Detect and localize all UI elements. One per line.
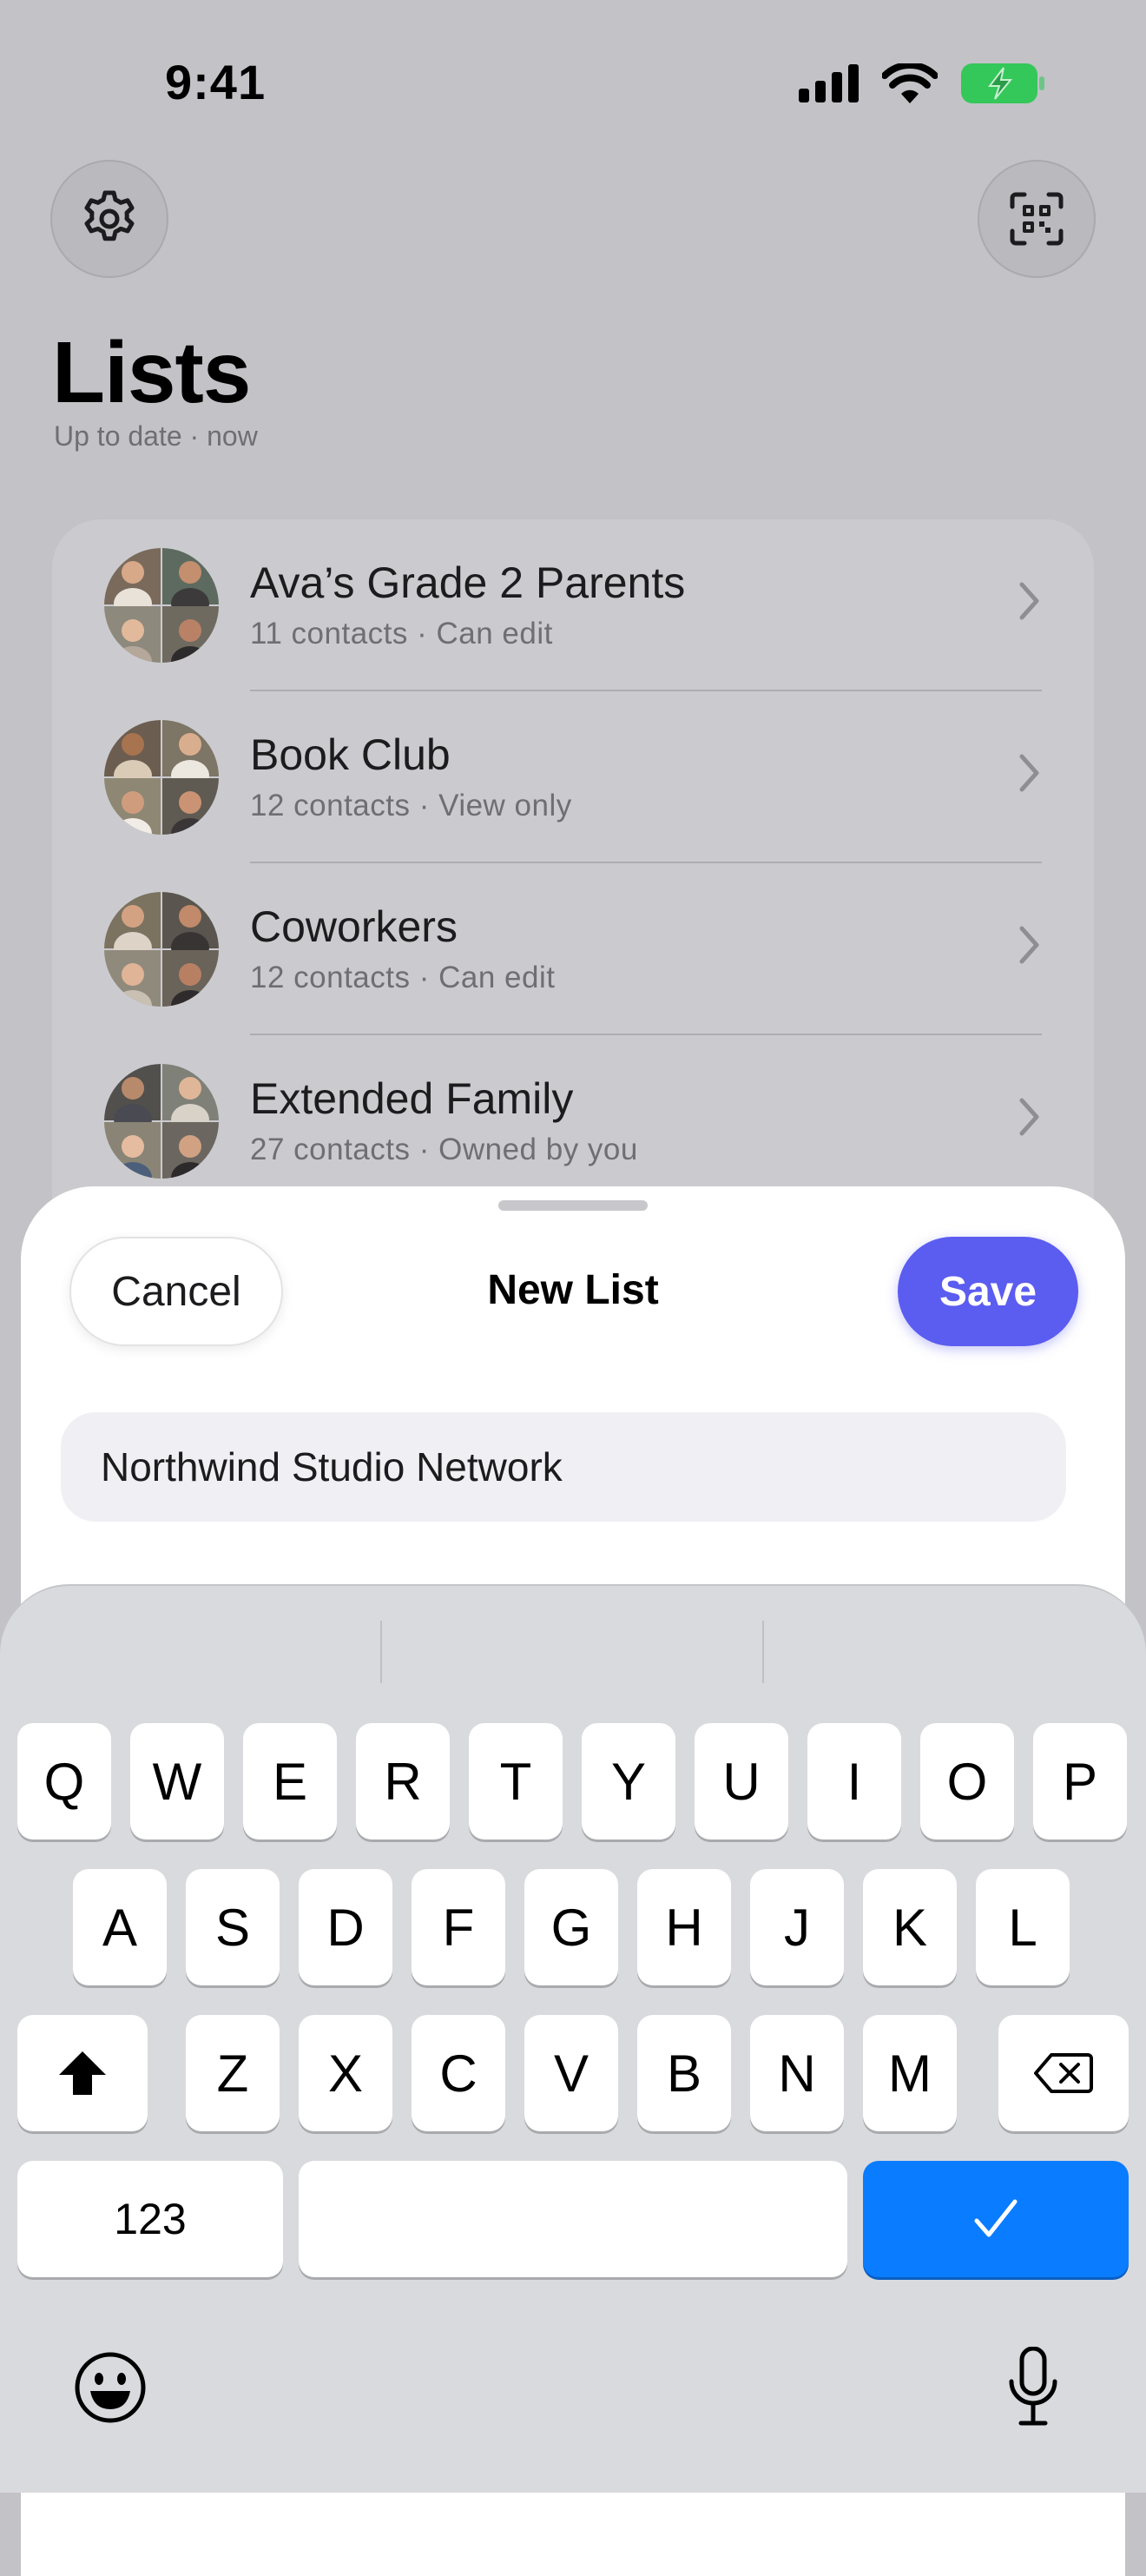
key-n[interactable]: N [750,2015,844,2131]
key-q[interactable]: Q [17,1723,111,1840]
sync-status: Up to date · now [54,420,258,452]
group-avatar [104,720,219,835]
chevron-right-icon [1019,754,1039,792]
key-l[interactable]: L [976,1869,1070,1985]
key-s[interactable]: S [186,1869,280,1985]
group-avatar [104,548,219,663]
status-time: 9:41 [165,55,267,109]
group-avatar [104,892,219,1007]
emoji-button[interactable] [73,2350,148,2425]
battery-charging-icon [961,63,1044,103]
list-name: Book Club [250,730,451,779]
key-w[interactable]: W [130,1723,224,1840]
shift-key[interactable] [17,2015,148,2131]
cellular-signal-icon [799,64,859,102]
key-c[interactable]: C [412,2015,505,2131]
gear-icon [84,190,135,241]
list-item[interactable]: Ava’s Grade 2 Parents 11 contacts · Can … [52,519,1094,691]
prediction-divider [380,1621,382,1683]
chevron-right-icon [1019,582,1039,620]
qr-scan-icon [1010,192,1064,246]
key-g[interactable]: G [524,1869,618,1985]
emoji-icon [75,2352,146,2423]
delete-key[interactable] [998,2015,1129,2131]
checkmark-icon [974,2199,1018,2237]
space-key[interactable] [299,2161,847,2277]
key-i[interactable]: I [807,1723,901,1840]
lists-card: Ava’s Grade 2 Parents 11 contacts · Can … [52,519,1094,1301]
key-d[interactable]: D [299,1869,392,1985]
key-k[interactable]: K [863,1869,957,1985]
key-p[interactable]: P [1033,1723,1127,1840]
dictation-button[interactable] [1007,2346,1059,2428]
keyboard: Q W E R T Y U I O P A S D F G H J K L Z … [0,1584,1146,2493]
list-item[interactable]: Coworkers 12 contacts · Can edit [52,863,1094,1035]
list-item[interactable]: Extended Family 27 contacts · Owned by y… [52,1035,1094,1207]
list-detail: 12 contacts · Can edit [250,961,556,994]
numbers-key[interactable]: 123 [17,2161,283,2277]
key-z[interactable]: Z [186,2015,280,2131]
key-h[interactable]: H [637,1869,731,1985]
microphone-icon [1009,2346,1057,2426]
list-name: Coworkers [250,902,458,951]
key-m[interactable]: M [863,2015,957,2131]
sheet-grabber[interactable] [498,1200,648,1211]
group-avatar [104,1064,219,1179]
list-name: Ava’s Grade 2 Parents [250,558,686,607]
key-j[interactable]: J [750,1869,844,1985]
delete-backward-icon [1034,2053,1093,2093]
list-detail: 12 contacts · View only [250,789,572,822]
chevron-right-icon [1019,1098,1039,1136]
done-key[interactable] [863,2161,1129,2277]
key-u[interactable]: U [695,1723,788,1840]
key-f[interactable]: F [412,1869,505,1985]
key-v[interactable]: V [524,2015,618,2131]
page-title: Lists [52,324,251,421]
list-detail: 27 contacts · Owned by you [250,1133,638,1166]
prediction-divider [762,1621,764,1683]
wifi-icon [882,63,938,103]
chevron-right-icon [1019,926,1039,964]
list-name: Extended Family [250,1074,574,1123]
settings-button[interactable] [50,160,168,278]
key-r[interactable]: R [356,1723,450,1840]
status-icons [799,63,1045,104]
shift-icon [59,2051,106,2095]
list-name-input[interactable] [61,1412,1066,1522]
key-e[interactable]: E [243,1723,337,1840]
list-detail: 11 contacts · Can edit [250,617,553,651]
key-o[interactable]: O [920,1723,1014,1840]
qr-scan-button[interactable] [978,160,1096,278]
key-a[interactable]: A [73,1869,167,1985]
key-t[interactable]: T [469,1723,563,1840]
list-item[interactable]: Book Club 12 contacts · View only [52,691,1094,863]
key-b[interactable]: B [637,2015,731,2131]
key-y[interactable]: Y [582,1723,675,1840]
save-button[interactable]: Save [898,1237,1078,1346]
key-x[interactable]: X [299,2015,392,2131]
